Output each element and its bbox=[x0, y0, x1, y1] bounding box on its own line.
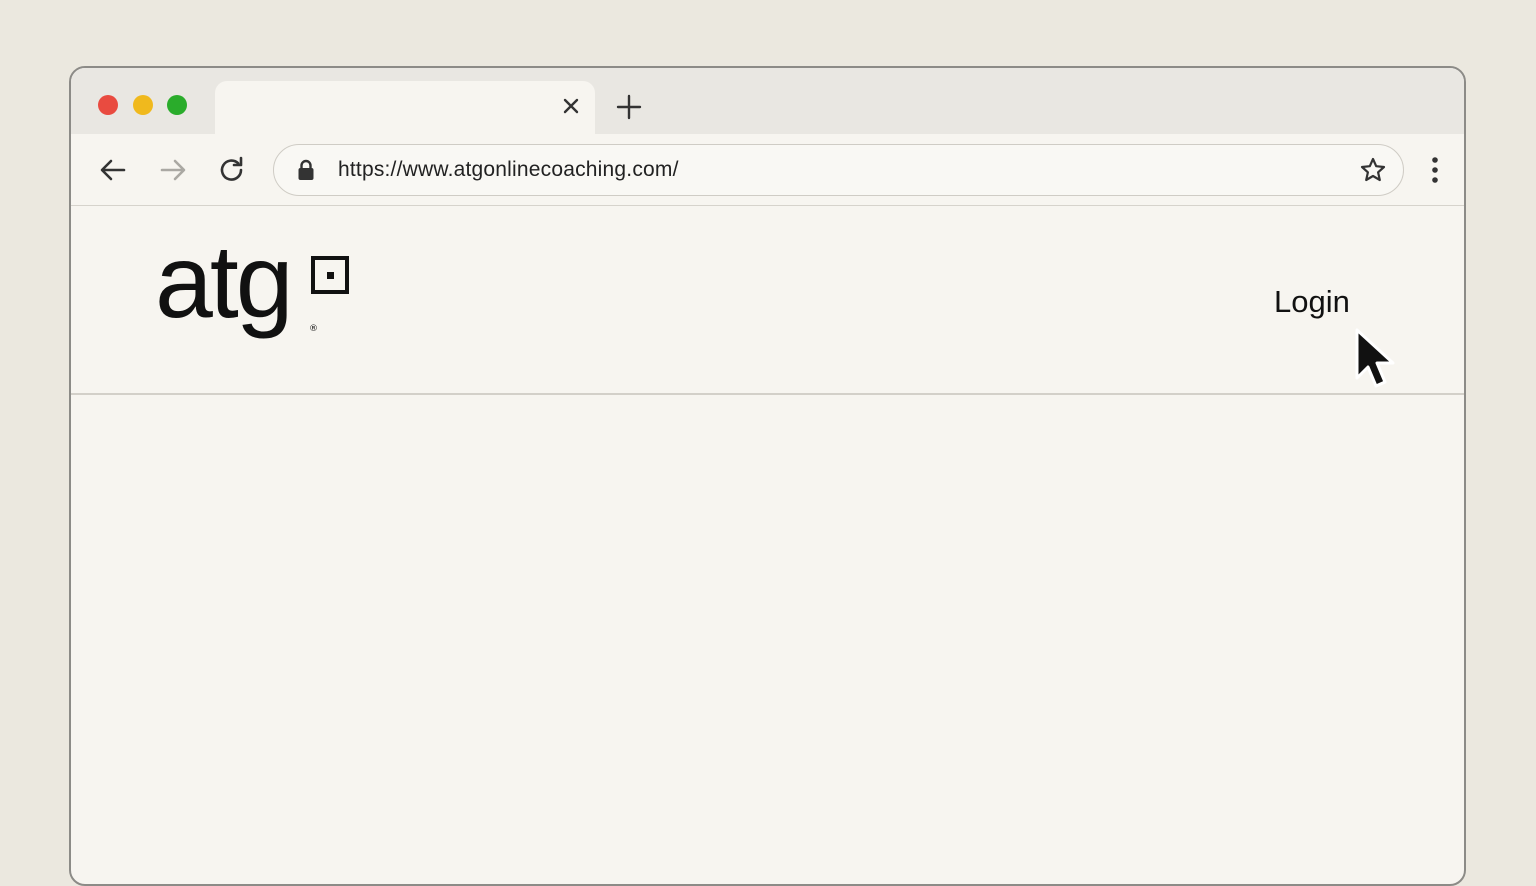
page-content-area bbox=[71, 395, 1464, 884]
close-icon[interactable] bbox=[559, 94, 583, 118]
lock-icon[interactable] bbox=[294, 158, 318, 182]
browser-toolbar: https://www.atgonlinecoaching.com/ bbox=[71, 134, 1464, 206]
star-icon[interactable] bbox=[1359, 156, 1387, 184]
registered-mark: ® bbox=[309, 324, 318, 334]
logo-dot bbox=[327, 272, 334, 279]
minimize-window-button[interactable] bbox=[133, 95, 153, 115]
tab-strip bbox=[71, 68, 1464, 134]
login-link[interactable]: Login bbox=[1274, 284, 1350, 320]
maximize-window-button[interactable] bbox=[167, 95, 187, 115]
site-header: atg ® Login bbox=[71, 206, 1464, 395]
reload-icon[interactable] bbox=[216, 154, 248, 186]
browser-tab[interactable] bbox=[215, 81, 595, 134]
mouse-pointer-icon bbox=[1355, 328, 1395, 388]
plus-icon[interactable] bbox=[615, 93, 643, 121]
arrow-right-icon[interactable] bbox=[157, 154, 189, 186]
close-window-button[interactable] bbox=[98, 95, 118, 115]
site-logo[interactable]: atg ® bbox=[155, 230, 365, 358]
kebab-menu-icon[interactable] bbox=[1421, 154, 1449, 186]
arrow-left-icon[interactable] bbox=[97, 154, 129, 186]
logo-square-mark bbox=[311, 256, 349, 294]
address-bar[interactable]: https://www.atgonlinecoaching.com/ bbox=[273, 144, 1404, 196]
url-text[interactable]: https://www.atgonlinecoaching.com/ bbox=[338, 158, 679, 182]
logo-text: atg bbox=[155, 224, 294, 340]
browser-window: https://www.atgonlinecoaching.com/ atg ®… bbox=[69, 66, 1466, 886]
